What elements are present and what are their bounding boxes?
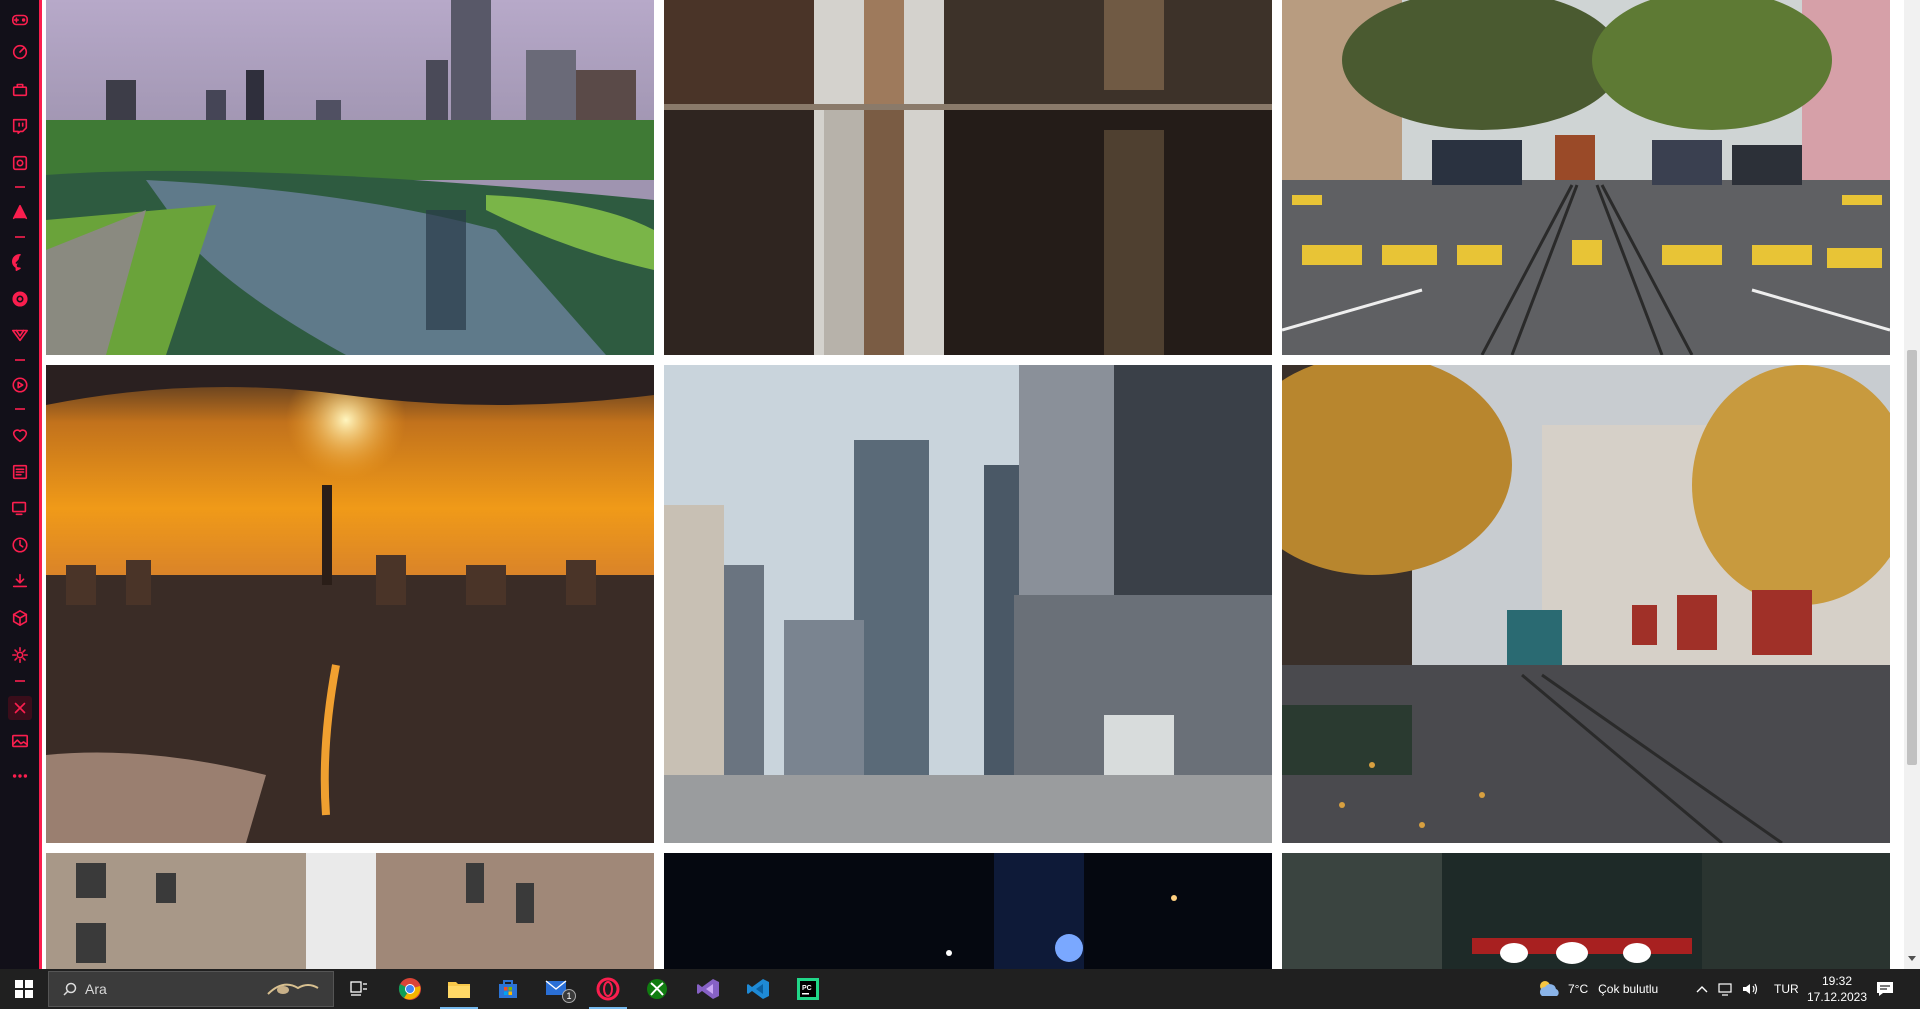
microsoft-store-icon[interactable] <box>494 975 522 1003</box>
weather-temperature: 7°C <box>1568 982 1589 996</box>
svg-text:PC: PC <box>802 985 812 992</box>
scroll-down-arrow[interactable] <box>1908 956 1916 961</box>
twitch-icon[interactable] <box>9 115 31 137</box>
news-icon[interactable] <box>9 461 31 483</box>
photo-san-francisco-cable-car[interactable] <box>1282 0 1890 355</box>
vk-icon[interactable] <box>9 324 31 346</box>
page-scrollbar[interactable] <box>1904 0 1920 969</box>
clock[interactable]: 19:32 17.12.2023 <box>1806 969 1868 1009</box>
clock-time: 19:32 <box>1821 974 1853 988</box>
notification-center-icon[interactable] <box>1876 969 1894 1009</box>
chevron-up-icon <box>1696 986 1708 993</box>
photo-night-lanterns[interactable] <box>1282 853 1890 969</box>
photo-city-park-lake[interactable] <box>46 0 654 355</box>
sidebar-accent-line <box>39 0 42 969</box>
history-icon[interactable] <box>9 534 31 556</box>
scrollbar-thumb[interactable] <box>1907 350 1917 765</box>
messenger-icon[interactable] <box>9 251 31 273</box>
windows-logo-icon <box>15 980 33 998</box>
search-placeholder: Ara <box>85 981 107 997</box>
photo-street-reflection[interactable] <box>664 0 1272 355</box>
photo-autumn-tram-street[interactable] <box>1282 365 1890 843</box>
player-icon[interactable] <box>9 374 31 396</box>
photo-sunset-skyline[interactable] <box>46 365 654 843</box>
browser-sidebar <box>0 0 42 969</box>
start-button[interactable] <box>0 969 48 1009</box>
volume-icon[interactable] <box>1742 969 1760 1009</box>
file-explorer-icon[interactable] <box>445 975 473 1003</box>
windows-taskbar: Ara 1 PC 7°C Çok bulutlu TUR 19:32 17.12… <box>0 969 1920 1009</box>
sidebar-separator <box>15 236 25 238</box>
gx-control-icon[interactable] <box>9 152 31 174</box>
cloudy-weather-icon <box>1540 981 1559 996</box>
active-extension-icon[interactable] <box>9 697 31 719</box>
weather-condition: Çok bulutlu <box>1598 982 1659 996</box>
whatsapp-icon[interactable] <box>9 288 31 310</box>
more-icon[interactable] <box>9 765 31 787</box>
chrome-icon[interactable] <box>396 975 424 1003</box>
aria-icon[interactable] <box>9 201 31 223</box>
gx-corner-icon[interactable] <box>9 9 31 31</box>
sidebar-separator <box>15 680 25 682</box>
visual-studio-icon[interactable] <box>694 975 722 1003</box>
weather-widget[interactable]: 7°C Çok bulutlu <box>1536 969 1658 1009</box>
wallpaper-icon[interactable] <box>9 730 31 752</box>
sidebar-separator <box>15 408 25 410</box>
snapshots-icon[interactable] <box>9 497 31 519</box>
pycharm-icon[interactable]: PC <box>794 975 822 1003</box>
taskbar-search-box[interactable]: Ara <box>48 971 334 1007</box>
settings-icon[interactable] <box>9 644 31 666</box>
speed-dial-icon[interactable] <box>9 41 31 63</box>
search-icon <box>63 982 77 996</box>
wallpaper-gallery <box>46 0 1896 969</box>
mail-badge: 1 <box>562 989 576 1003</box>
mail-icon[interactable]: 1 <box>544 975 576 1003</box>
vscode-icon[interactable] <box>744 975 772 1003</box>
opera-gx-icon[interactable] <box>594 975 622 1003</box>
show-hidden-icons-button[interactable] <box>1696 969 1708 1009</box>
gx-store-icon[interactable] <box>9 78 31 100</box>
sidebar-separator <box>15 186 25 188</box>
network-icon[interactable] <box>1718 969 1734 1009</box>
clock-date: 17.12.2023 <box>1806 990 1868 1004</box>
extensions-icon[interactable] <box>9 607 31 629</box>
task-view-icon[interactable] <box>345 975 373 1003</box>
search-bird-illustration-icon <box>267 983 319 995</box>
photo-night-street[interactable] <box>664 853 1272 969</box>
sidebar-separator <box>15 359 25 361</box>
downloads-icon[interactable] <box>9 570 31 592</box>
photo-building-alley[interactable] <box>46 853 654 969</box>
language-indicator[interactable]: TUR <box>1774 969 1799 1009</box>
photo-downtown-skyscrapers[interactable] <box>664 365 1272 843</box>
bookmarks-icon[interactable] <box>9 424 31 446</box>
xbox-icon[interactable] <box>643 975 671 1003</box>
